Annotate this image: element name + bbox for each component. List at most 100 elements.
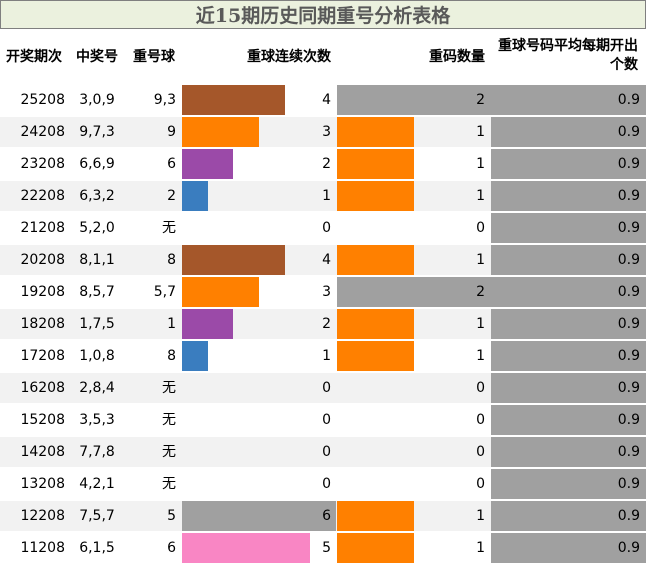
- numbers-cell: 1,7,5: [79, 316, 115, 332]
- count-value: 0: [476, 412, 485, 428]
- streak-cell: 0: [182, 437, 337, 467]
- streak-value: 2: [322, 156, 331, 172]
- streak-cell: 4: [182, 85, 337, 115]
- count-value: 0: [476, 444, 485, 460]
- streak-value: 2: [322, 316, 331, 332]
- count-bar: [337, 309, 414, 339]
- numbers-cell: 7,5,7: [79, 508, 115, 524]
- average-cell: 0.9: [491, 341, 646, 371]
- header-repeat: 重号球: [133, 49, 175, 65]
- count-bar: [337, 117, 414, 147]
- header-average: 重球号码平均每期开出个数: [498, 38, 638, 73]
- count-value: 1: [476, 188, 485, 204]
- header-numbers: 中奖号: [76, 49, 118, 65]
- streak-cell: 2: [182, 149, 337, 179]
- average-cell: 0.9: [491, 501, 646, 531]
- repeat-cell: 6: [167, 540, 176, 556]
- streak-bar: [182, 245, 285, 275]
- table-row: 13208 4,2,1 无 0 0 0.9: [0, 469, 646, 499]
- count-cell: 1: [337, 501, 491, 531]
- average-cell: 0.9: [491, 181, 646, 211]
- numbers-cell: 9,7,3: [79, 124, 115, 140]
- count-cell: 0: [337, 373, 491, 403]
- repeat-cell: 5,7: [153, 284, 176, 300]
- count-cell: 1: [337, 341, 491, 371]
- numbers-cell: 4,2,1: [79, 476, 115, 492]
- count-cell: 1: [337, 181, 491, 211]
- streak-bar: [182, 277, 259, 307]
- streak-bar: [182, 181, 208, 211]
- count-cell: 1: [337, 245, 491, 275]
- streak-value: 1: [322, 348, 331, 364]
- period-cell: 17208: [20, 348, 65, 364]
- streak-value: 4: [322, 92, 331, 108]
- table-row: 15208 3,5,3 无 0 0 0.9: [0, 405, 646, 435]
- table-row: 14208 7,7,8 无 0 0 0.9: [0, 437, 646, 467]
- streak-value: 3: [322, 124, 331, 140]
- count-value: 1: [476, 252, 485, 268]
- table-row: 20208 8,1,1 8 4 1 0.9: [0, 245, 646, 275]
- count-value: 0: [476, 220, 485, 236]
- period-cell: 14208: [20, 444, 65, 460]
- table-row: 24208 9,7,3 9 3 1 0.9: [0, 117, 646, 147]
- header-period: 开奖期次: [6, 49, 62, 65]
- average-cell: 0.9: [491, 469, 646, 499]
- table-row: 11208 6,1,5 6 5 1 0.9: [0, 533, 646, 563]
- period-cell: 13208: [20, 476, 65, 492]
- repeat-cell: 无: [162, 380, 176, 396]
- numbers-cell: 6,1,5: [79, 540, 115, 556]
- count-cell: 0: [337, 213, 491, 243]
- streak-cell: 1: [182, 181, 337, 211]
- streak-value: 5: [322, 540, 331, 556]
- count-value: 0: [476, 380, 485, 396]
- table-row: 18208 1,7,5 1 2 1 0.9: [0, 309, 646, 339]
- streak-cell: 0: [182, 373, 337, 403]
- period-cell: 22208: [20, 188, 65, 204]
- repeat-cell: 1: [167, 316, 176, 332]
- count-value: 1: [476, 540, 485, 556]
- period-cell: 25208: [20, 92, 65, 108]
- numbers-cell: 1,0,8: [79, 348, 115, 364]
- streak-cell: 0: [182, 469, 337, 499]
- period-cell: 20208: [20, 252, 65, 268]
- count-bar: [337, 501, 414, 531]
- numbers-cell: 6,3,2: [79, 188, 115, 204]
- average-cell: 0.9: [491, 245, 646, 275]
- streak-bar: [182, 533, 310, 563]
- streak-value: 0: [322, 412, 331, 428]
- count-value: 1: [476, 508, 485, 524]
- streak-cell: 1: [182, 341, 337, 371]
- table-row: 25208 3,0,9 9,3 4 2 0.9: [0, 85, 646, 115]
- streak-value: 4: [322, 252, 331, 268]
- numbers-cell: 6,6,9: [79, 156, 115, 172]
- count-cell: 0: [337, 469, 491, 499]
- period-cell: 16208: [20, 380, 65, 396]
- average-cell: 0.9: [491, 277, 646, 307]
- count-bar: [337, 181, 414, 211]
- average-cell: 0.9: [491, 149, 646, 179]
- streak-value: 0: [322, 476, 331, 492]
- repeat-cell: 无: [162, 412, 176, 428]
- period-cell: 21208: [20, 220, 65, 236]
- streak-value: 0: [322, 444, 331, 460]
- table-row: 12208 7,5,7 5 6 1 0.9: [0, 501, 646, 531]
- streak-bar: [182, 117, 259, 147]
- period-cell: 18208: [20, 316, 65, 332]
- period-cell: 15208: [20, 412, 65, 428]
- count-cell: 0: [337, 405, 491, 435]
- period-cell: 19208: [20, 284, 65, 300]
- repeat-cell: 9: [167, 124, 176, 140]
- table-body: 25208 3,0,9 9,3 4 2 0.9 24208 9,7,3 9 3 1 0.9 23208 6…: [0, 85, 646, 565]
- period-cell: 23208: [20, 156, 65, 172]
- streak-bar: [182, 341, 208, 371]
- count-bar: [337, 533, 414, 563]
- repeat-cell: 5: [167, 508, 176, 524]
- streak-cell: 4: [182, 245, 337, 275]
- repeat-cell: 9,3: [153, 92, 176, 108]
- repeat-cell: 8: [167, 252, 176, 268]
- average-cell: 0.9: [491, 213, 646, 243]
- streak-cell: 0: [182, 213, 337, 243]
- average-cell: 0.9: [491, 405, 646, 435]
- repeat-cell: 2: [167, 188, 176, 204]
- count-value: 0: [476, 476, 485, 492]
